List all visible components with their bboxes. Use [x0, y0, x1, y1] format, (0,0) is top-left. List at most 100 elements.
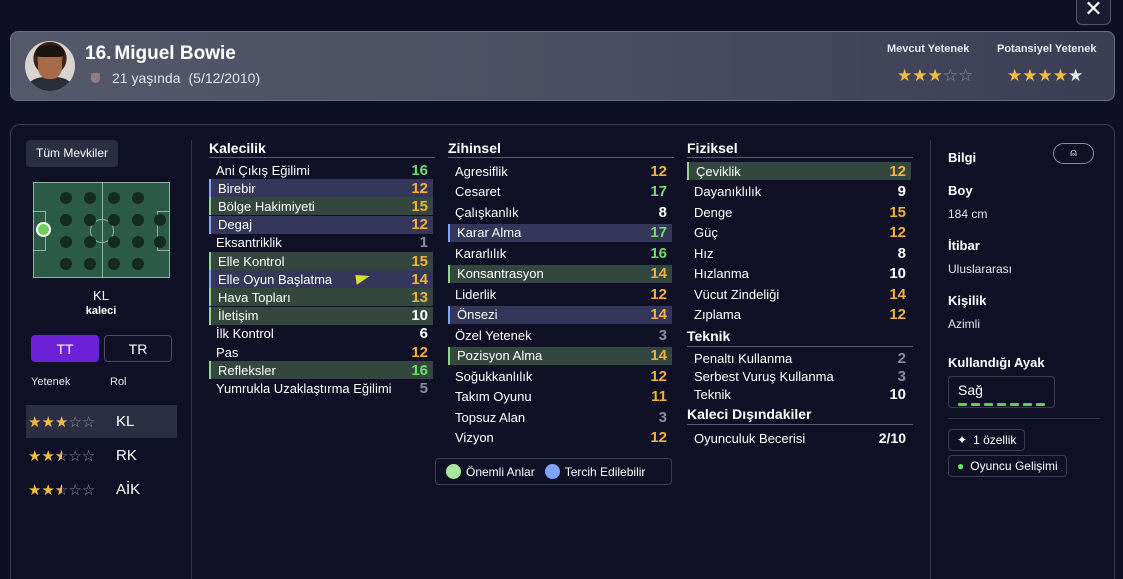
attribute-row[interactable]: Zıplama 12 — [687, 306, 911, 324]
attribute-value: 10 — [411, 307, 428, 325]
development-chip-label: Oyuncu Gelişimi — [970, 459, 1058, 473]
attribute-value: 12 — [889, 224, 906, 241]
attribute-label: Konsantrasyon — [457, 266, 544, 281]
attribute-row[interactable]: Eksantriklik 1 — [209, 234, 433, 252]
attribute-row[interactable]: Serbest Vuruş Kullanma 3 — [687, 367, 911, 385]
attribute-label: Çeviklik — [696, 163, 741, 179]
potential-ability-label: Potansiyel Yetenek — [997, 43, 1097, 55]
role-row-kl[interactable]: ★★★☆☆ KL — [26, 405, 177, 438]
attribute-label: Oyunculuk Becerisi — [694, 430, 806, 446]
attribute-row[interactable]: Hız 8 — [687, 244, 911, 262]
attribute-row[interactable]: İlk Kontrol 6 — [209, 325, 433, 343]
role-row-ai̇k[interactable]: ★★☆★☆☆ AİK — [26, 473, 177, 506]
attribute-row[interactable]: Teknik 10 — [687, 385, 911, 403]
attribute-value: 8 — [897, 244, 906, 262]
attribute-row[interactable]: Çeviklik 12 — [687, 162, 911, 180]
attribute-value: 9 — [897, 183, 906, 200]
attribute-row[interactable]: Hava Topları 13 — [209, 288, 433, 307]
attribute-row[interactable]: Güç 12 — [687, 224, 911, 242]
info-options-button[interactable]: ⍝ — [1053, 143, 1094, 164]
attribute-row[interactable]: Çalışkanlık 8 — [448, 203, 672, 221]
attribute-row[interactable]: Topsuz Alan 3 — [448, 408, 672, 426]
attribute-row[interactable]: Karar Alma 17 — [448, 223, 672, 242]
attribute-row[interactable]: Konsantrasyon 14 — [448, 264, 672, 283]
attribute-row[interactable]: Soğukkanlılık 12 — [448, 367, 672, 385]
attribute-row[interactable]: Elle Kontrol 15 — [209, 252, 433, 270]
attribute-row[interactable]: Refleksler 16 — [209, 361, 433, 380]
current-ability-label: Mevcut Yetenek — [887, 43, 970, 55]
attribute-value: 15 — [889, 203, 906, 221]
attribute-label: Yumrukla Uzaklaştırma Eğilimi — [216, 380, 392, 396]
attribute-label: Dayanıklılık — [694, 184, 762, 199]
attribute-label: İletişim — [218, 308, 259, 324]
attribute-label: Cesaret — [455, 184, 501, 199]
attribute-label: Liderlik — [455, 286, 497, 302]
role-stars: ★★★☆☆ — [28, 413, 96, 431]
attribute-row[interactable]: Penaltı Kullanma 2 — [687, 349, 911, 367]
attribute-row[interactable]: Agresiflik 12 — [448, 162, 672, 180]
attribute-row[interactable]: Önsezi 14 — [448, 305, 672, 324]
preferred-foot-box: Sağ — [948, 376, 1055, 408]
traits-chip[interactable]: ✦ 1 özellik — [948, 429, 1026, 451]
attribute-value: 14 — [889, 285, 906, 303]
technical-title: Teknik — [687, 328, 731, 344]
attribute-value: 17 — [650, 183, 667, 200]
close-icon: ✕ — [1084, 0, 1103, 21]
attribute-value: 13 — [411, 288, 428, 306]
position-code: KL — [93, 288, 109, 303]
personality-label: Kişilik — [948, 293, 987, 308]
attribute-label: Bölge Hakimiyeti — [218, 198, 315, 214]
attribute-row[interactable]: Vizyon 12 — [448, 429, 672, 447]
role-column-header: Rol — [110, 376, 127, 388]
attribute-row[interactable]: Degaj 12 — [209, 215, 433, 234]
attribute-row[interactable]: İletişim 10 — [209, 306, 433, 325]
attribute-row[interactable]: Denge 15 — [687, 203, 911, 221]
toggle-tr[interactable]: TR — [104, 335, 172, 362]
attribute-row[interactable]: Elle Oyun Başlatma 14 — [209, 270, 433, 289]
all-positions-button[interactable]: Tüm Mevkiler — [26, 140, 119, 167]
attribute-row[interactable]: Ani Çıkış Eğilimi 16 — [209, 161, 433, 179]
attribute-value: 16 — [411, 161, 428, 179]
attribute-value: 3 — [897, 367, 906, 385]
player-age: 21 yaşında — [112, 70, 181, 86]
attribute-value: 12 — [650, 367, 667, 385]
attribute-value: 10 — [889, 385, 906, 403]
attribute-row[interactable]: Takım Oyunu 11 — [448, 388, 672, 406]
attribute-row[interactable]: Bölge Hakimiyeti 15 — [209, 197, 433, 216]
attribute-row[interactable]: Cesaret 17 — [448, 183, 672, 201]
attribute-value: 8 — [658, 203, 667, 221]
attribute-row[interactable]: Özel Yetenek 3 — [448, 326, 672, 344]
toggle-tt[interactable]: TT — [31, 335, 99, 362]
attribute-row[interactable]: Yumrukla Uzaklaştırma Eğilimi 5 — [209, 379, 433, 397]
attribute-label: Agresiflik — [455, 163, 508, 179]
player-name: Miguel Bowie — [114, 43, 236, 64]
attribute-row[interactable]: Birebir 12 — [209, 179, 433, 198]
position-pitch — [33, 182, 170, 278]
development-chip[interactable]: ● Oyuncu Gelişimi — [948, 455, 1067, 477]
close-button[interactable]: ✕ — [1076, 0, 1111, 25]
attribute-label: Özel Yetenek — [455, 327, 532, 343]
attribute-legend: Önemli Anlar Tercih Edilebilir — [435, 458, 672, 485]
attribute-row[interactable]: Dayanıklılık 9 — [687, 183, 911, 201]
attribute-value: 14 — [650, 265, 667, 282]
attribute-label: İlk Kontrol — [216, 326, 274, 342]
attribute-label: Çalışkanlık — [455, 204, 519, 220]
attribute-label: Refleksler — [218, 362, 276, 378]
attribute-value: 3 — [658, 408, 667, 426]
height-value: 184 cm — [948, 207, 988, 221]
attribute-row[interactable]: Kararlılık 16 — [448, 244, 672, 262]
highlight-arrow-icon — [355, 273, 371, 286]
ability-column-header: Yetenek — [31, 376, 71, 388]
attribute-row[interactable]: Pozisyon Alma 14 — [448, 346, 672, 365]
traits-chip-label: 1 özellik — [973, 433, 1017, 447]
attribute-row[interactable]: Pas 12 — [209, 343, 433, 361]
attribute-row[interactable]: Liderlik 12 — [448, 285, 672, 303]
attribute-row[interactable]: Oyunculuk Becerisi 2/10 — [687, 429, 911, 447]
attribute-value: 3 — [658, 326, 667, 344]
attribute-value: 6 — [419, 325, 428, 343]
current-ability-stars: ★★★☆☆ — [897, 66, 974, 85]
attribute-row[interactable]: Hızlanma 10 — [687, 265, 911, 283]
attribute-row[interactable]: Vücut Zindeliği 14 — [687, 285, 911, 303]
attribute-label: Degaj — [218, 217, 252, 233]
role-row-rk[interactable]: ★★☆★☆☆ RK — [26, 439, 177, 472]
